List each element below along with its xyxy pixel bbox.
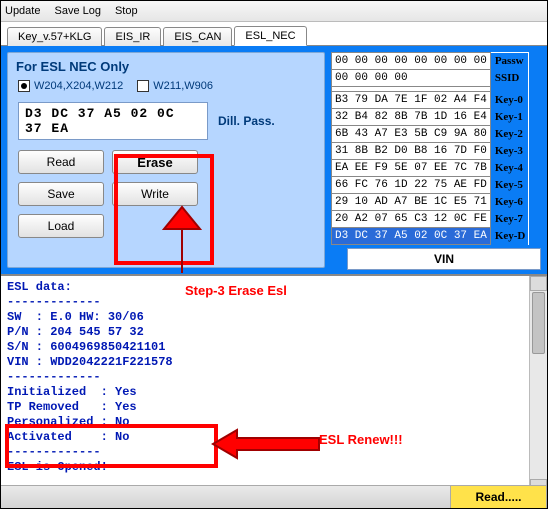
annotation-step3-label: Step-3 Erase Esl [185,283,287,298]
menu-bar: Update Save Log Stop [1,1,547,22]
menu-stop[interactable]: Stop [115,5,138,17]
radio-w211-label: W211,W906 [153,80,213,92]
scroll-up-icon[interactable] [530,276,547,291]
panel-title: For ESL NEC Only [8,53,324,76]
radio-w204[interactable]: W204,X204,W212 [18,80,123,92]
radio-w204-label: W204,X204,W212 [34,80,123,92]
tab-strip: Key_v.57+KLG EIS_IR EIS_CAN ESL_NEC [1,22,547,46]
keys-table: 00 00 00 00 00 00 00 00Passw 00 00 00 00… [331,52,543,245]
dealer-pass-label: Dill. Pass. [218,114,275,128]
menu-save-log[interactable]: Save Log [54,5,100,17]
status-bar: Read..... [1,485,547,508]
tab-eis-ir[interactable]: EIS_IR [104,27,161,46]
write-button[interactable]: Write [112,182,198,206]
save-button[interactable]: Save [18,182,104,206]
erase-button[interactable]: Erase [112,150,198,174]
menu-update[interactable]: Update [5,5,40,17]
log-text: ESL data: ------------- SW : E.0 HW: 30/… [1,276,529,494]
esl-panel: For ESL NEC Only W204,X204,W212 W211,W90… [7,52,325,268]
scrollbar[interactable] [529,276,547,494]
status-left [1,486,451,508]
read-button[interactable]: Read [18,150,104,174]
status-read: Read..... [451,486,547,508]
tab-key-klg[interactable]: Key_v.57+KLG [7,27,102,46]
tab-esl-nec[interactable]: ESL_NEC [234,26,306,46]
load-button[interactable]: Load [18,214,104,238]
log-panel: ESL data: ------------- SW : E.0 HW: 30/… [1,274,547,494]
vin-field[interactable]: VIN [347,248,541,270]
work-area: For ESL NEC Only W204,X204,W212 W211,W90… [1,46,547,274]
scroll-thumb[interactable] [532,292,545,354]
tab-eis-can[interactable]: EIS_CAN [163,27,232,46]
radio-w211[interactable]: W211,W906 [137,80,213,92]
dealer-pass-field[interactable]: D3 DC 37 A5 02 0C 37 EA [18,102,208,140]
annotation-renew-label: ESL Renew!!! [319,432,403,447]
